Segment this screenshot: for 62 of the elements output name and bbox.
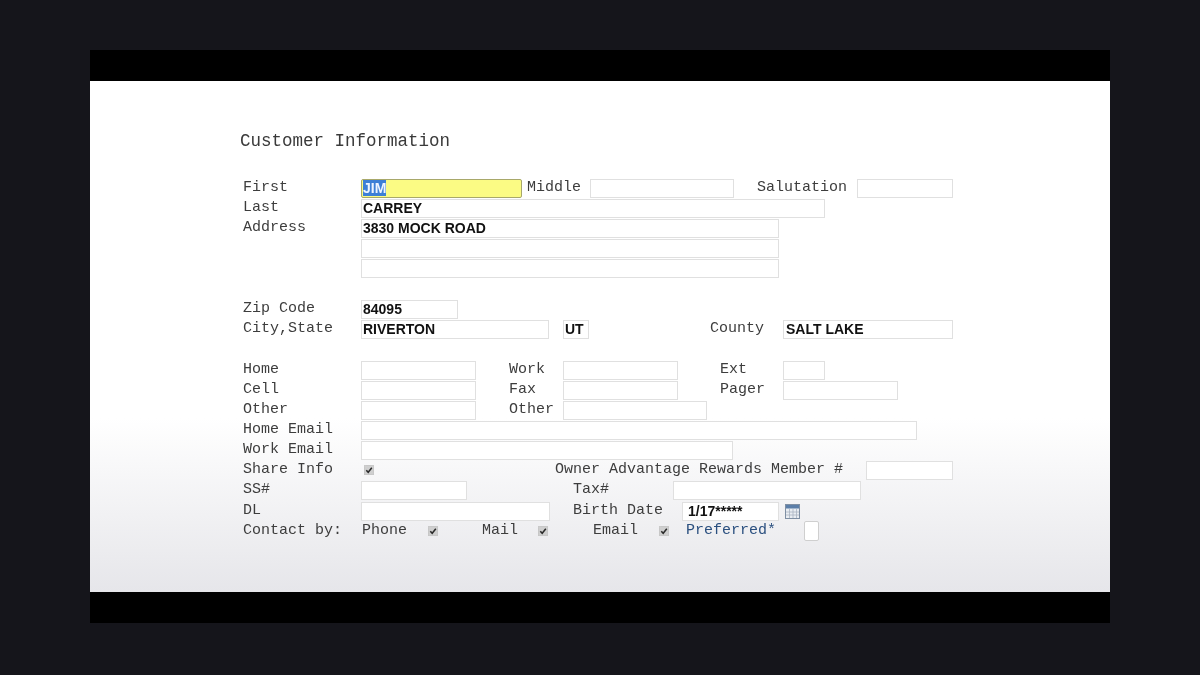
option-label: Mail xyxy=(482,522,519,540)
field-label: Work xyxy=(509,361,546,379)
field-label: City,State xyxy=(243,320,334,338)
field-label: Address xyxy=(243,219,307,237)
field-label: Salutation xyxy=(757,179,848,197)
input-field[interactable] xyxy=(857,178,953,198)
input-field[interactable] xyxy=(361,480,467,500)
field-label: Contact by: xyxy=(243,522,344,540)
option-label: Preferred* xyxy=(686,522,777,540)
input-field[interactable]: SALT LAKE xyxy=(783,319,953,339)
input-field[interactable] xyxy=(361,440,733,460)
checkbox[interactable] xyxy=(804,521,820,541)
field-label: Fax xyxy=(509,381,537,399)
input-field[interactable]: 84095 xyxy=(361,299,458,319)
checkbox[interactable] xyxy=(428,526,438,536)
checkbox[interactable] xyxy=(659,526,670,536)
section-title: Customer Information xyxy=(240,131,451,151)
input-field[interactable]: JIM xyxy=(361,178,522,198)
field-label: Tax# xyxy=(573,481,610,499)
input-field[interactable] xyxy=(361,400,476,420)
field-label: Work Email xyxy=(243,441,334,459)
field-label: Other xyxy=(243,401,289,419)
input-field[interactable]: RIVERTON xyxy=(361,319,549,339)
field-label: DL xyxy=(243,502,262,520)
input-field[interactable]: 1/17***** xyxy=(682,501,779,521)
field-label: Owner Advantage Rewards Member # xyxy=(555,461,844,479)
checkbox[interactable] xyxy=(538,526,549,536)
input-field[interactable]: CARREY xyxy=(361,198,825,218)
field-label: Zip Code xyxy=(243,300,316,318)
input-field[interactable]: UT xyxy=(563,319,589,339)
checkbox[interactable] xyxy=(364,465,374,475)
input-field[interactable] xyxy=(783,360,825,380)
input-field[interactable] xyxy=(590,178,734,198)
field-label: Last xyxy=(243,199,280,217)
field-label: Home xyxy=(243,361,280,379)
field-label: Birth Date xyxy=(573,502,664,520)
input-field[interactable]: 3830 MOCK ROAD xyxy=(361,218,779,238)
field-label: Cell xyxy=(243,381,280,399)
field-label: County xyxy=(710,320,765,338)
input-field[interactable] xyxy=(361,420,917,440)
input-field[interactable] xyxy=(361,360,476,380)
option-label: Phone xyxy=(362,522,407,540)
field-label: Share Info xyxy=(243,461,334,479)
input-field[interactable] xyxy=(563,360,678,380)
input-field[interactable] xyxy=(563,400,707,420)
field-label: Home Email xyxy=(243,421,334,439)
input-field[interactable] xyxy=(361,258,779,278)
input-field[interactable] xyxy=(783,380,898,400)
option-label: Email xyxy=(593,522,639,540)
field-label: First xyxy=(243,179,289,197)
field-label: Other xyxy=(509,401,555,419)
input-field[interactable] xyxy=(563,380,678,400)
input-field[interactable] xyxy=(361,501,550,521)
input-field[interactable] xyxy=(866,460,954,480)
field-label: Ext xyxy=(720,361,748,379)
input-field[interactable] xyxy=(673,480,861,500)
field-label: SS# xyxy=(243,481,271,499)
field-label: Middle xyxy=(527,179,582,197)
calendar-icon[interactable] xyxy=(785,503,800,519)
input-field[interactable] xyxy=(361,380,476,400)
input-field[interactable] xyxy=(361,238,779,258)
field-label: Pager xyxy=(720,381,766,399)
